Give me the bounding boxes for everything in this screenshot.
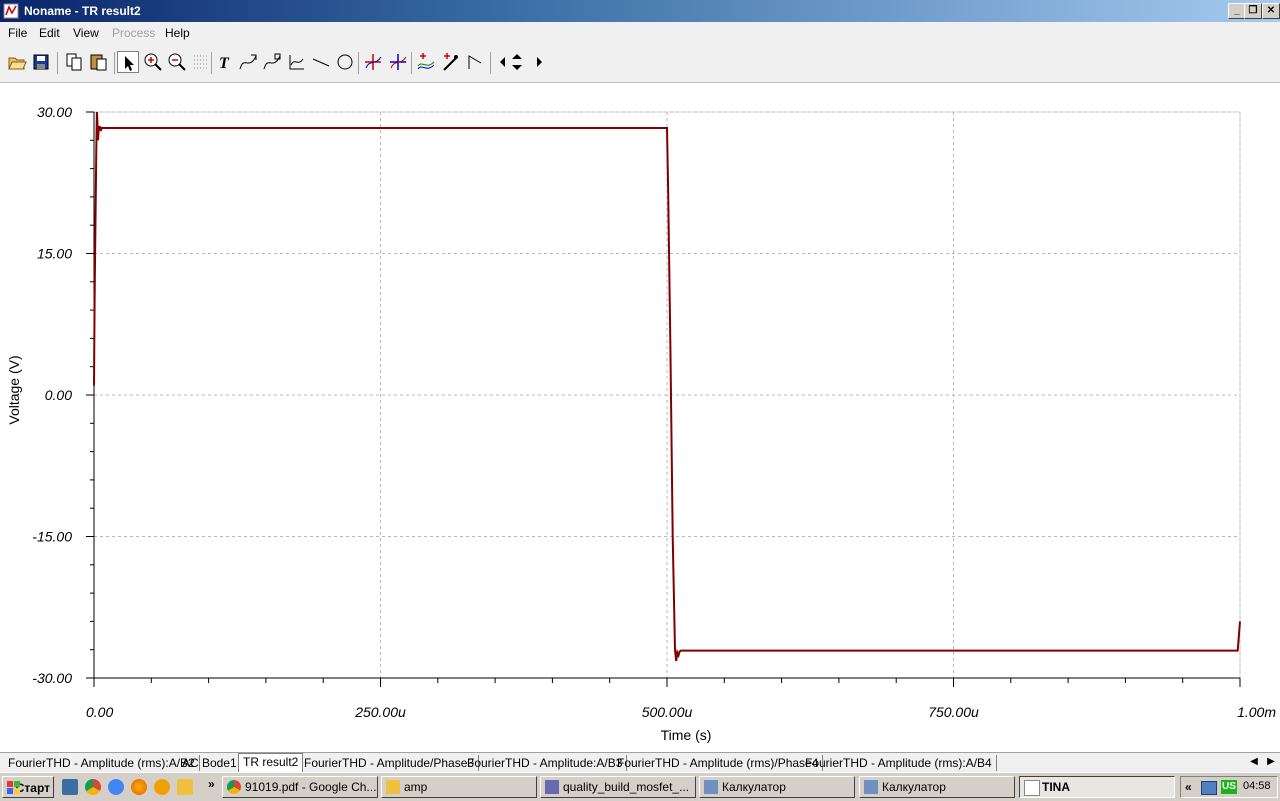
menu-view[interactable]: View	[73, 26, 99, 40]
language-indicator[interactable]: US	[1221, 780, 1237, 794]
taskbar: Старт » 91019.pdf - Google Ch... amp qua…	[0, 772, 1280, 801]
curve-edit-icon[interactable]	[261, 51, 283, 73]
document-icon	[545, 780, 559, 794]
start-button[interactable]: Старт	[2, 776, 54, 798]
curve-icon[interactable]	[237, 51, 259, 73]
y-tick-label: 15.00	[37, 246, 72, 262]
axis-icon[interactable]	[286, 51, 308, 73]
calculator-icon	[864, 780, 878, 794]
show-desktop-icon[interactable]	[62, 779, 78, 795]
chrome-icon	[227, 780, 241, 794]
paste-icon[interactable]	[88, 51, 110, 73]
x-tick-label: 750.00u	[928, 704, 979, 720]
system-tray: « US 04:58	[1180, 776, 1278, 798]
y-tick-label: -30.00	[32, 670, 72, 686]
copy-icon[interactable]	[63, 51, 85, 73]
transient-plot[interactable]: 30.00 15.00 0.00 -15.00 -30.00 0.00 250.00u 500…	[0, 82, 1280, 752]
y-tick-label: -15.00	[32, 529, 72, 545]
cursor-b-icon[interactable]	[387, 51, 409, 73]
chrome-icon[interactable]	[85, 779, 101, 795]
tab-fourier-amplitude-rms-ab4[interactable]: FourierTHD - Amplitude (rms):A/B4	[801, 755, 997, 771]
zoom-in-icon[interactable]	[142, 51, 164, 73]
quicklaunch-more[interactable]: »	[208, 777, 215, 791]
x-tick-label: 500.00u	[642, 704, 693, 720]
task-calculator-1[interactable]: Калкулатор	[699, 776, 855, 798]
tab-fourier-amplitude-ab3[interactable]: FourierTHD - Amplitude:A/B3	[463, 755, 628, 771]
task-chrome-pdf[interactable]: 91019.pdf - Google Ch...	[222, 776, 378, 798]
probe-icon[interactable]	[439, 51, 461, 73]
task-tina[interactable]: TINA	[1019, 776, 1175, 798]
folder-icon	[386, 780, 400, 794]
x-tick-label: 0.00	[86, 704, 113, 720]
menu-bar: File Edit View Process Help	[0, 22, 1280, 44]
menu-help[interactable]: Help	[165, 26, 190, 40]
arrow-left-icon[interactable]	[492, 51, 506, 73]
windows-logo-icon	[7, 781, 20, 794]
tab-tr-result2[interactable]: TR result2	[238, 753, 304, 773]
folder-icon[interactable]	[177, 779, 193, 795]
restore-button[interactable]: ❐	[1244, 3, 1262, 19]
toolbar-separator	[211, 52, 212, 74]
tab-ac-bode1[interactable]: AC Bode1	[178, 755, 242, 771]
save-icon[interactable]	[30, 51, 52, 73]
task-label: amp	[404, 780, 428, 794]
pointer-icon[interactable]	[117, 51, 139, 73]
x-tick-label: 1.00m	[1237, 704, 1276, 720]
toolbar-separator	[411, 52, 412, 74]
grid-icon[interactable]	[190, 51, 212, 73]
task-label: TINA	[1042, 780, 1070, 794]
tab-fourier-amplitude-rms-phase4[interactable]: FourierTHD - Amplitude (rms)/Phase4	[613, 755, 824, 771]
task-label: Калкулатор	[882, 780, 946, 794]
toolbar: T	[0, 44, 1280, 83]
task-label: quality_build_mosfet_...	[563, 780, 690, 794]
x-axis-label: Time (s)	[661, 727, 712, 743]
task-calculator-2[interactable]: Калкулатор	[859, 776, 1015, 798]
document-tabs: FourierTHD - Amplitude (rms):A/B2 AC Bod…	[0, 752, 1280, 773]
toolbar-separator	[490, 52, 491, 74]
tab-fourier-amplitude-phase3[interactable]: FourierTHD - Amplitude/Phase3	[300, 755, 480, 771]
calculator-icon	[704, 780, 718, 794]
line-icon[interactable]	[310, 51, 332, 73]
task-label: 91019.pdf - Google Ch...	[245, 780, 377, 794]
y-tick-label: 0.00	[45, 387, 72, 403]
task-label: Калкулатор	[722, 780, 786, 794]
window-title: Noname - TR result2	[24, 4, 141, 18]
tab-scroll-right-icon[interactable]: ▶	[1264, 755, 1278, 769]
y-tick-label: 30.00	[37, 104, 72, 120]
menu-process[interactable]: Process	[112, 26, 155, 40]
menu-edit[interactable]: Edit	[39, 26, 60, 40]
clock[interactable]: 04:58	[1243, 780, 1271, 792]
text-icon[interactable]: T	[214, 51, 236, 73]
fourier-icon[interactable]	[415, 51, 437, 73]
toolbar-separator	[114, 52, 115, 74]
toolbar-separator	[57, 52, 58, 74]
open-icon[interactable]	[6, 51, 28, 73]
svg-text:T: T	[219, 55, 230, 72]
arrow-updown-icon[interactable]	[506, 51, 528, 73]
task-folder-amp[interactable]: amp	[381, 776, 537, 798]
x-tick-label: 250.00u	[354, 704, 406, 720]
arrow-right-icon[interactable]	[528, 51, 542, 73]
tina-icon	[1024, 780, 1040, 796]
tab-fourier-amplitude-rms-ab2[interactable]: FourierTHD - Amplitude (rms):A/B2	[4, 755, 200, 771]
tab-scroll-left-icon[interactable]: ◀	[1247, 755, 1261, 769]
tray-expand[interactable]: «	[1185, 780, 1192, 794]
title-bar: Noname - TR result2 _ ❐ ✕	[0, 0, 1280, 22]
menu-file[interactable]: File	[8, 26, 27, 40]
media-player-icon[interactable]	[154, 779, 170, 795]
tina-app-icon	[3, 3, 19, 19]
network-icon[interactable]	[1201, 781, 1217, 795]
firefox-icon[interactable]	[131, 779, 147, 795]
y-axis-label: Voltage (V)	[6, 355, 22, 424]
task-quality-build[interactable]: quality_build_mosfet_...	[540, 776, 696, 798]
toolbar-separator	[358, 52, 359, 74]
marker-icon[interactable]	[464, 51, 486, 73]
chrome-canary-icon[interactable]	[108, 779, 124, 795]
ellipse-icon[interactable]	[334, 51, 356, 73]
close-button[interactable]: ✕	[1262, 3, 1280, 19]
cursor-a-icon[interactable]	[362, 51, 384, 73]
zoom-out-icon[interactable]	[166, 51, 188, 73]
